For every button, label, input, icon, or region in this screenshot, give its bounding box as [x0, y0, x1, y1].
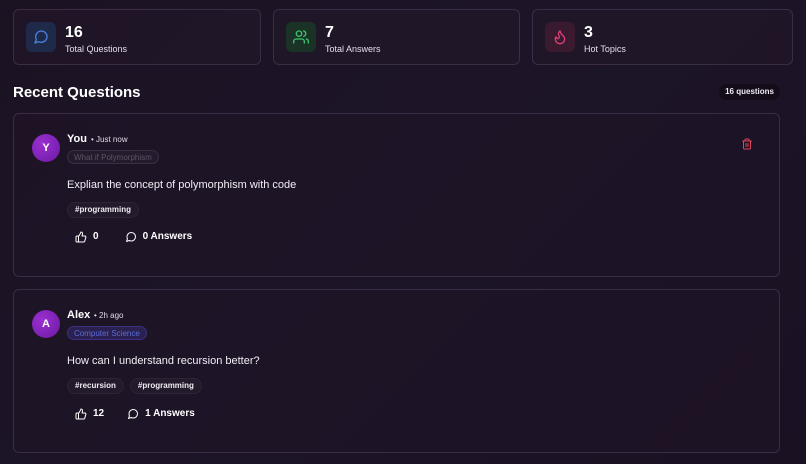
answer-count: 1 Answers [145, 408, 195, 419]
tag[interactable]: #programming [67, 202, 140, 218]
question-count-badge: 16 questions [719, 84, 780, 100]
thumbs-up-icon [75, 231, 87, 243]
post-time: • 2h ago [94, 311, 124, 320]
stat-value: 16 [65, 24, 83, 41]
like-button[interactable]: 0 [75, 231, 99, 243]
answers-button[interactable]: 1 Answers [127, 408, 195, 420]
author-name[interactable]: Alex [67, 309, 90, 322]
tag-list: #recursion #programming [67, 378, 202, 394]
chat-bubble-icon [26, 22, 56, 52]
flame-icon [545, 22, 575, 52]
stat-card-hot-topics: 3 Hot Topics [532, 9, 793, 65]
stat-value: 3 [584, 24, 593, 41]
question-actions: 0 0 Answers [75, 231, 192, 243]
tag[interactable]: #recursion [67, 378, 124, 394]
stat-label: Hot Topics [584, 44, 626, 54]
answers-button[interactable]: 0 Answers [125, 231, 193, 243]
stats-row: 16 Total Questions 7 Total Answers 3 Hot… [13, 9, 793, 65]
question-text[interactable]: Explian the concept of polymorphism with… [67, 178, 296, 192]
answer-count: 0 Answers [142, 231, 193, 242]
tag[interactable]: #programming [129, 378, 202, 394]
like-count: 12 [93, 408, 105, 419]
thumbs-up-icon [75, 408, 87, 420]
stat-label: Total Answers [325, 44, 381, 54]
question-actions: 12 1 Answers [75, 408, 195, 420]
author-name[interactable]: You [67, 133, 87, 146]
category-badge[interactable]: Computer Science [67, 326, 147, 340]
trash-icon[interactable] [741, 138, 755, 152]
like-button[interactable]: 12 [75, 408, 104, 420]
question-card[interactable]: Y You • Just now What if Polymorphism Ex… [13, 113, 780, 277]
tag-list: #programming [67, 202, 140, 218]
avatar: A [32, 310, 60, 338]
like-count: 0 [93, 231, 99, 242]
stat-card-answers: 7 Total Answers [273, 9, 520, 65]
question-card[interactable]: A Alex • 2h ago Computer Science How can… [13, 289, 780, 453]
stat-label: Total Questions [65, 44, 128, 54]
question-text[interactable]: How can I understand recursion better? [67, 354, 260, 368]
comment-icon [125, 231, 137, 243]
users-icon [286, 22, 316, 52]
post-time: • Just now [91, 135, 128, 144]
section-title: Recent Questions [13, 84, 141, 101]
avatar: Y [32, 134, 60, 162]
category-badge[interactable]: What if Polymorphism [67, 150, 159, 164]
stat-card-questions: 16 Total Questions [13, 9, 261, 65]
comment-icon [127, 408, 139, 420]
stat-value: 7 [325, 24, 334, 41]
